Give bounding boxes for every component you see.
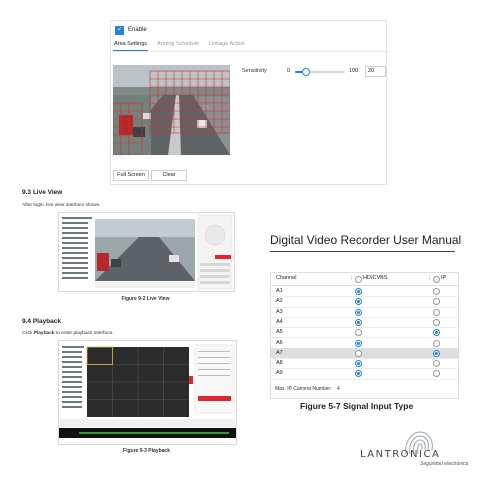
hdcvbs-radio[interactable] — [355, 298, 362, 306]
channel-label: A6 — [276, 339, 283, 346]
brand-tagline: Seguridad electrónica — [420, 461, 469, 467]
ip-radio[interactable] — [433, 308, 440, 316]
camera-preview[interactable] — [113, 65, 230, 155]
table-header: Channel | HD/CVBS | IP — [271, 273, 458, 286]
hdcvbs-radio[interactable] — [355, 370, 362, 378]
tab-area-settings[interactable]: Area Settings — [113, 39, 149, 51]
ip-radio[interactable] — [433, 370, 440, 378]
ip-radio[interactable] — [433, 298, 440, 306]
playback-screenshot — [58, 340, 237, 445]
clear-button[interactable]: Clear — [151, 170, 187, 181]
figure-9-3-caption: Figure 9-3 Playback — [123, 448, 170, 454]
header-hdcvbs: HD/CVBS — [363, 275, 388, 281]
enable-checkbox[interactable]: ✓ — [115, 25, 124, 35]
enable-row[interactable]: ✓ Enable — [115, 24, 147, 36]
ip-radio[interactable] — [433, 339, 440, 347]
title-rule — [270, 251, 455, 252]
playback-text: Click Playback to enter playback interfa… — [22, 331, 113, 336]
hdcvbs-radio[interactable] — [355, 349, 362, 357]
max-ip-camera-label: Max. IP Camera Number: — [275, 386, 332, 392]
ip-radio[interactable] — [433, 288, 440, 295]
max-ip-camera-row: Max. IP Camera Number: 4 — [275, 386, 340, 392]
ip-radio[interactable] — [433, 349, 440, 357]
live-view-text: After login, live view interface shows. — [22, 203, 101, 208]
channel-label: A7 — [276, 349, 283, 356]
header-divider: | — [429, 275, 431, 281]
highway-scene-image — [113, 65, 230, 155]
hdcvbs-radio[interactable] — [355, 318, 362, 326]
channel-label: A1 — [276, 288, 283, 294]
ip-radio[interactable] — [433, 318, 440, 326]
hdcvbs-all-radio[interactable] — [355, 276, 362, 283]
manual-title: Digital Video Recorder User Manual — [270, 233, 462, 247]
channel-label: A4 — [276, 318, 283, 325]
sensitivity-slider-handle[interactable] — [302, 68, 310, 76]
sensitivity-min: 0 — [287, 68, 291, 74]
channel-label: A3 — [276, 308, 283, 315]
hdcvbs-radio[interactable] — [355, 288, 362, 295]
playback-heading: 9.4 Playback — [22, 318, 62, 325]
full-screen-button[interactable]: Full Screen — [113, 170, 149, 181]
live-view-heading: 9.3 Live View — [22, 189, 63, 196]
playback-text-suffix: to enter playback interface. — [54, 331, 114, 336]
sensitivity-label: Sensitivity — [242, 68, 267, 74]
ip-radio[interactable] — [433, 329, 440, 337]
playback-interface-image — [59, 341, 236, 444]
hdcvbs-radio[interactable] — [355, 360, 362, 368]
sensitivity-value-input[interactable]: 20 — [365, 66, 386, 77]
channel-label: A9 — [276, 370, 283, 377]
playback-text-bold: Playback — [33, 331, 55, 336]
tab-arming-schedule[interactable]: Arming Schedule — [156, 39, 200, 51]
motion-settings-panel: ✓ Enable Area Settings Arming Schedule L… — [110, 20, 388, 185]
hdcvbs-radio[interactable] — [355, 308, 362, 316]
channel-label: A8 — [276, 360, 283, 367]
channel-label: A5 — [276, 329, 283, 336]
header-ip: IP — [441, 275, 447, 281]
hdcvbs-radio[interactable] — [355, 329, 362, 337]
max-ip-camera-value: 4 — [336, 386, 340, 392]
enable-label: Enable — [128, 27, 147, 33]
brand-name: LANTRONICA — [360, 449, 441, 460]
sensitivity-max: 100 — [349, 68, 359, 74]
tab-linkage-action[interactable]: Linkage Action — [208, 39, 246, 51]
playback-text-prefix: Click — [22, 331, 34, 336]
live-view-screenshot — [58, 212, 235, 292]
figure-5-7-caption: Figure 5-7 Signal Input Type — [300, 401, 414, 411]
channel-label: A2 — [276, 298, 283, 305]
ip-all-radio[interactable] — [433, 276, 440, 283]
hdcvbs-radio[interactable] — [355, 339, 362, 347]
ip-radio[interactable] — [433, 360, 440, 368]
table-row[interactable]: A9 — [271, 368, 458, 380]
figure-9-2-caption: Figure 9-2 Live View — [121, 296, 170, 302]
header-channel: Channel — [276, 275, 297, 281]
live-view-interface-image — [59, 213, 234, 291]
signal-input-table: Channel | HD/CVBS | IP A1 A2 A3 A4 A5 A6 A7 A8 A… — [270, 272, 459, 399]
header-divider: | — [351, 275, 353, 281]
settings-tabs: Area Settings Arming Schedule Linkage Ac… — [111, 39, 388, 52]
